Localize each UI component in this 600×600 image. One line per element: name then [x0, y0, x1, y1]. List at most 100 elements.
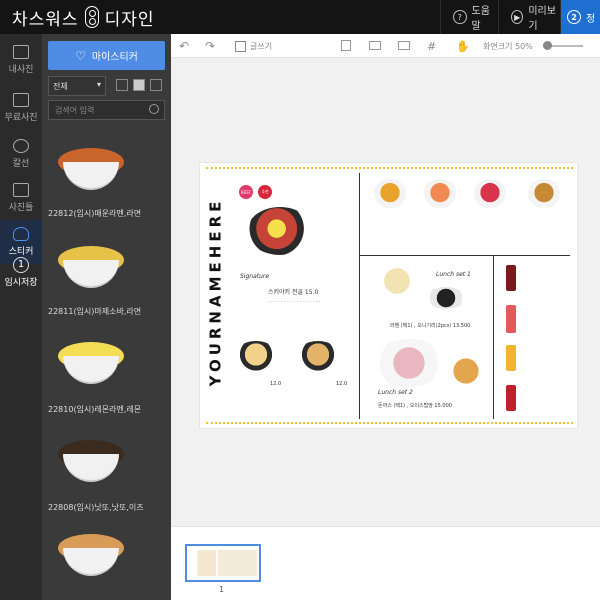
vertical-title[interactable]: YOURNAMEHERE: [203, 169, 227, 414]
rail-label: 칼선: [12, 159, 30, 169]
ramen-sticker-image: [58, 148, 124, 190]
editor-toolbar: ↶ ↷ 글쓰기 # ✋ 화면크기 50%: [171, 34, 600, 58]
app-logo[interactable]: 차스워스 디자인: [12, 5, 155, 30]
ramen-sticker-image: [58, 342, 124, 384]
page-strip: 1: [171, 526, 600, 600]
search-placeholder: 검색어 입력: [55, 105, 95, 115]
logo-text-right: 디자인: [104, 9, 155, 30]
bowl: [63, 548, 119, 576]
rail-item-free-photos[interactable]: 무료사진: [0, 86, 42, 130]
category-value: 전체: [53, 81, 68, 91]
divider-v2: [493, 256, 494, 419]
rail-label: 내사진: [8, 65, 34, 75]
save-button[interactable]: 2 정: [560, 0, 600, 34]
recommend-badge: 추천: [258, 185, 272, 199]
redo-icon[interactable]: ↷: [205, 39, 215, 53]
rice-bowl-image-1[interactable]: [372, 179, 408, 213]
play-icon: ▶: [511, 10, 524, 24]
hotpot-image[interactable]: [296, 341, 340, 371]
sticker-item[interactable]: 22810(임시)레몬라멘,레몬: [48, 336, 165, 432]
sticker-item[interactable]: 22808(임시)낫또,낫또,이즈: [48, 432, 165, 528]
search-input[interactable]: 검색어 입력: [48, 100, 165, 120]
best-badge: BEST: [239, 185, 253, 199]
tool-rail: 내사진 무료사진 칼선 사진틀 스티커 1 임시저장: [0, 34, 42, 600]
price-1: 12.0: [270, 381, 282, 387]
help-button[interactable]: ? 도움말: [440, 0, 498, 34]
my-sticker-label: 마이스티커: [91, 52, 138, 63]
search-icon[interactable]: [149, 104, 159, 114]
zoom-label: 화면크기 50%: [483, 41, 533, 51]
preview-label: 미리보기: [528, 6, 556, 32]
sticker-item[interactable]: 22811(임시)마제소바,라면: [48, 238, 165, 334]
drink-image-1[interactable]: [506, 265, 516, 291]
drink-image-4[interactable]: [506, 385, 516, 411]
preview-button[interactable]: ▶ 미리보기: [498, 0, 560, 34]
menu-page[interactable]: YOURNAMEHERE BEST 추천 Signature 스키야키 전골 1…: [199, 162, 578, 429]
lunch-set-1-line: 라멘 (택1) , 오니기리(2pcs) 13.500: [390, 323, 471, 329]
help-label: 도움말: [471, 6, 490, 32]
rail-label: 임시저장: [4, 277, 38, 288]
logo-text-left: 차스워스: [12, 9, 79, 30]
photo-icon: [13, 93, 29, 107]
rail-label: 무료사진: [4, 113, 38, 123]
rail-item-my-photos[interactable]: 내사진: [0, 38, 42, 82]
main-dish-name: 스키야키 전골 15.0: [268, 289, 319, 296]
sticker-item[interactable]: 22812(임시)매운라멘,라면: [48, 138, 165, 234]
drink-image-2[interactable]: [506, 305, 516, 333]
ramen-image[interactable]: [372, 263, 422, 303]
frame-icon: [13, 183, 29, 197]
category-select[interactable]: 전체 ▾: [48, 76, 106, 96]
hand-icon[interactable]: ✋: [456, 39, 470, 53]
page-thumbnail[interactable]: [185, 544, 261, 582]
edit-icon[interactable]: [341, 40, 351, 51]
vertical-title-text: YOURNAMEHERE: [206, 197, 224, 386]
text-icon: [235, 40, 246, 52]
grid-icon[interactable]: #: [427, 39, 436, 53]
thumbnail-preview: [191, 550, 257, 576]
view-grid-icon[interactable]: [133, 79, 145, 91]
text-tool-label: 글쓰기: [250, 41, 273, 51]
design-canvas[interactable]: YOURNAMEHERE BEST 추천 Signature 스키야키 전골 1…: [171, 58, 600, 526]
rail-item-frames[interactable]: 사진틀: [0, 176, 42, 220]
cut-line-icon: [13, 139, 29, 153]
sticker-item[interactable]: [48, 528, 165, 598]
bowl: [63, 260, 119, 288]
layout-icon[interactable]: [369, 41, 381, 50]
donburi-image[interactable]: [234, 341, 278, 371]
price-2: 12.0: [336, 381, 348, 387]
rice-bowl-image-3[interactable]: [472, 179, 508, 213]
divider-h1: [360, 255, 570, 256]
natto-sticker-image: [58, 440, 124, 482]
save-label: 정: [586, 13, 596, 25]
rail-item-temp-save[interactable]: 1 임시저장: [0, 250, 42, 294]
size-icon[interactable]: [398, 41, 410, 50]
top-bar: 차스워스 디자인 ? 도움말 ▶ 미리보기 2 정: [0, 0, 600, 34]
rice-bowl-image-2[interactable]: [422, 179, 458, 213]
inari-image[interactable]: [450, 355, 482, 387]
view-large-icon[interactable]: [150, 79, 162, 91]
lunch-set-1-label: Lunch set 1: [436, 271, 471, 278]
my-sticker-button[interactable]: ♡ 마이스티커: [48, 41, 165, 70]
divider-v1: [359, 173, 360, 419]
mouse-cursor-icon: [305, 238, 333, 266]
zoom-slider-handle[interactable]: [543, 41, 552, 50]
drink-image-3[interactable]: [506, 345, 516, 371]
ramen-sticker-image: [58, 246, 124, 288]
lunch-set-2-label: Lunch set 2: [378, 389, 413, 396]
dotted-border-top: [206, 167, 573, 169]
heart-icon: [13, 227, 29, 241]
signature-label: Signature: [240, 273, 270, 280]
rail-label: 사진틀: [8, 203, 34, 213]
onigiri-image[interactable]: [426, 287, 466, 309]
undo-icon[interactable]: ↶: [179, 39, 189, 53]
sticker-caption: 22808(임시)낫또,낫또,이즈: [48, 503, 144, 512]
rice-bowl-image-4[interactable]: [526, 179, 562, 213]
view-list-icon[interactable]: [116, 79, 128, 91]
text-tool-button[interactable]: 글쓰기: [235, 39, 272, 53]
dotted-border-bottom: [206, 422, 573, 424]
rail-item-cut-line[interactable]: 칼선: [0, 132, 42, 176]
tonkatsu-image[interactable]: [372, 339, 446, 387]
image-icon: [13, 45, 29, 59]
sukiyaki-image[interactable]: [247, 207, 313, 255]
ramen-sticker-image: [58, 534, 124, 576]
